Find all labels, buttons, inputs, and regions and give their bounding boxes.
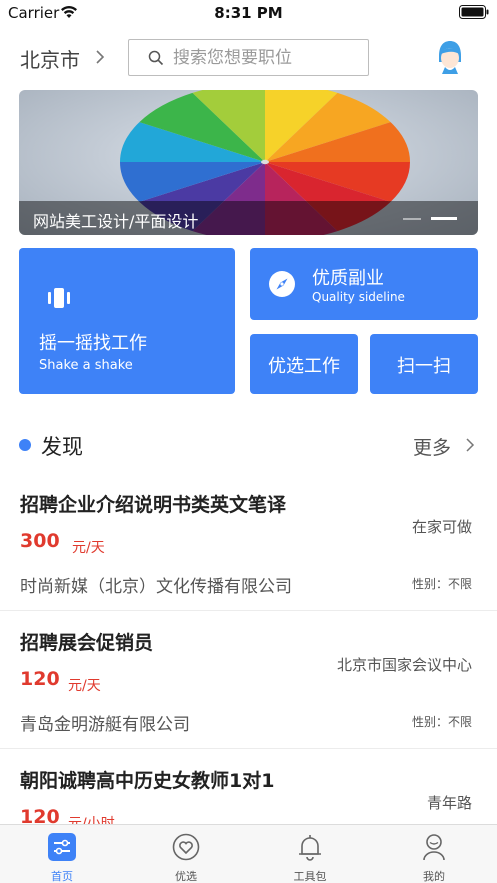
chevron-right-icon[interactable] [465,437,475,453]
job-title: 朝阳诚聘高中历史女教师1对1 [20,770,275,792]
compass-icon [269,271,295,297]
job-company: 时尚新媒（北京）文化传播有限公司 [20,577,292,597]
home-sliders-icon [48,833,76,861]
scan-label: 扫一扫 [397,356,451,377]
job-list-item[interactable]: 招聘展会促销员 120 元/天 北京市国家会议中心 青岛金明游艇有限公司 性别：… [0,612,497,749]
carousel-indicator-2[interactable] [431,217,457,220]
selected-jobs-button[interactable]: 优选工作 [250,334,358,394]
job-gender: 性别：不限 [411,577,472,591]
job-location: 青年路 [426,794,472,812]
tab-selected-label: 优选 [175,870,197,883]
battery-icon [459,5,489,19]
banner-caption-bar: 网站美工设计/平面设计 [19,201,478,235]
discover-title: 发现 [41,435,83,459]
tab-bar: 首页 优选 工具包 我的 [0,824,497,883]
banner-carousel[interactable]: 网站美工设计/平面设计 [19,90,478,235]
tab-home-label: 首页 [51,870,73,883]
chevron-right-icon[interactable] [94,49,106,65]
phone-shake-icon [48,288,70,308]
job-location: 在家可做 [411,518,472,536]
search-icon [148,50,164,66]
quality-sideline-card[interactable]: 优质副业 Quality sideline [250,248,478,320]
clock-time: 8:31 PM [214,4,283,22]
job-list-item[interactable]: 招聘企业介绍说明书类英文笔译 300 元/天 在家可做 时尚新媒（北京）文化传播… [0,474,497,611]
job-location: 北京市国家会议中心 [336,656,472,674]
carousel-indicator-1[interactable] [403,218,421,220]
job-price: 300 [20,530,60,552]
tab-toolkit-label: 工具包 [293,870,327,883]
job-price-unit: 元/天 [72,540,105,556]
job-price-unit: 元/天 [68,678,101,694]
tab-mine-label: 我的 [423,870,445,883]
banner-caption: 网站美工设计/平面设计 [33,212,199,231]
job-title: 招聘展会促销员 [20,632,154,654]
search-box[interactable] [128,39,369,76]
tab-mine[interactable]: 我的 [372,825,496,883]
quality-title: 优质副业 [312,268,384,289]
avatar-icon[interactable] [436,40,464,74]
shake-job-card[interactable]: 摇一摇找工作 Shake a shake [19,248,235,394]
section-dot [19,439,31,451]
shake-title: 摇一摇找工作 [39,333,147,354]
job-gender: 性别：不限 [411,715,472,729]
scan-button[interactable]: 扫一扫 [370,334,478,394]
tab-toolkit[interactable]: 工具包 [248,825,372,883]
job-title: 招聘企业介绍说明书类英文笔译 [20,494,287,516]
shake-subtitle: Shake a shake [39,358,133,373]
job-list-item[interactable]: 朝阳诚聘高中历史女教师1对1 120 元/小时 青年路 [0,750,497,832]
tab-selected[interactable]: 优选 [124,825,248,883]
job-company: 青岛金明游艇有限公司 [20,715,190,735]
job-price: 120 [20,668,60,690]
city-selector[interactable]: 北京市 [20,44,80,73]
search-input[interactable] [173,46,363,70]
person-icon [423,834,445,861]
quality-subtitle: Quality sideline [312,290,405,304]
heart-circle-icon [172,833,200,861]
bell-icon [299,835,321,861]
selected-jobs-label: 优选工作 [268,356,340,377]
tab-home[interactable]: 首页 [0,825,124,883]
more-link[interactable]: 更多 [413,433,451,460]
status-bar: Carrier 8:31 PM [0,0,497,26]
page: Carrier 8:31 PM 北京市 搜索您想要职位 网站美工设计/平面设计 … [0,0,497,883]
